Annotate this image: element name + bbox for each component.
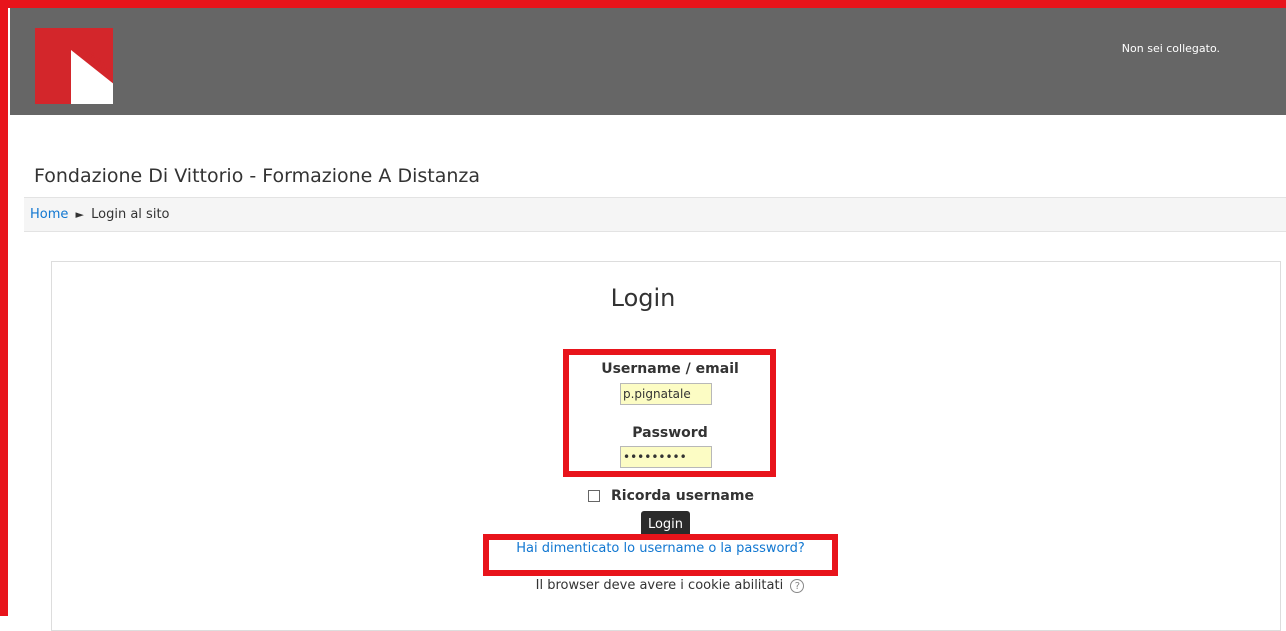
cookie-note-text: Il browser deve avere i cookie abilitati [535, 578, 784, 593]
remember-username-row[interactable]: Ricorda username [588, 486, 754, 506]
triangle-right-icon: ► [75, 208, 84, 221]
login-heading: Login [610, 284, 676, 312]
highlight-credentials-box [563, 349, 776, 477]
cookie-note: Il browser deve avere i cookie abilitati… [400, 578, 940, 593]
annotation-frame-top [0, 0, 1286, 8]
site-title: Fondazione Di Vittorio - Formazione A Di… [34, 165, 480, 187]
page-header: FDV Non sei collegato. [10, 8, 1286, 115]
breadcrumb: Home ► Login al sito [24, 197, 1286, 232]
question-circle-icon[interactable]: ? [790, 578, 805, 593]
remember-username-label: Ricorda username [611, 488, 754, 504]
site-logo[interactable]: FDV [35, 28, 113, 104]
remember-username-checkbox[interactable] [588, 490, 600, 502]
breadcrumb-home-link[interactable]: Home [30, 207, 68, 222]
highlight-forgot-box [483, 534, 838, 576]
login-status-text: Non sei collegato. [1121, 42, 1220, 55]
breadcrumb-current: Login al sito [91, 207, 170, 222]
